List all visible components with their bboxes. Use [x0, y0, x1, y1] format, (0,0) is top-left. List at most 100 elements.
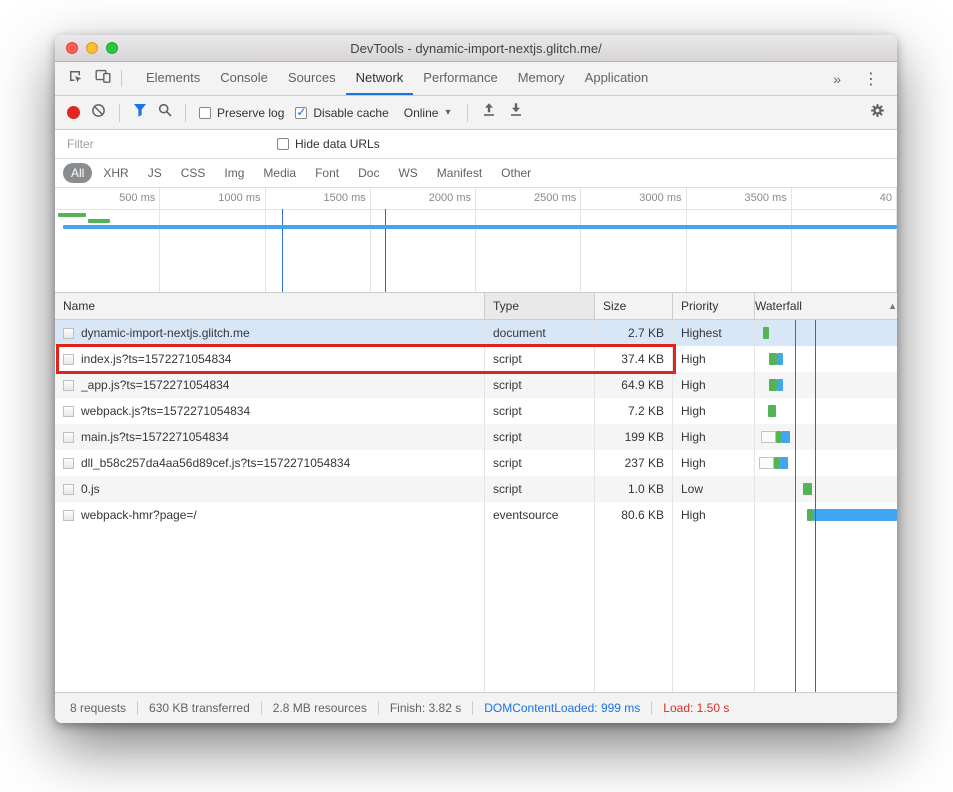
timeline-tick-label: 1000 ms: [218, 192, 260, 204]
request-name: main.js?ts=1572271054834: [81, 430, 229, 444]
request-name: _app.js?ts=1572271054834: [81, 378, 229, 392]
request-rows: dynamic-import-nextjs.glitch.medocument2…: [55, 320, 897, 528]
hide-data-urls-checkbox[interactable]: Hide data URLs: [277, 137, 380, 151]
name-cell: dynamic-import-nextjs.glitch.me: [55, 320, 485, 346]
column-header-waterfall[interactable]: Waterfall ▲: [755, 293, 897, 319]
devtools-tabbar: ElementsConsoleSourcesNetworkPerformance…: [55, 62, 897, 96]
table-row[interactable]: 0.jsscript1.0 KBLow: [55, 476, 897, 502]
export-har-button[interactable]: [508, 102, 524, 123]
tab-sources[interactable]: Sources: [278, 62, 346, 95]
type-filter-font[interactable]: Font: [307, 163, 347, 183]
minimize-window-button[interactable]: [86, 42, 98, 54]
table-row[interactable]: _app.js?ts=1572271054834script64.9 KBHig…: [55, 372, 897, 398]
type-filter-other[interactable]: Other: [493, 163, 539, 183]
table-row[interactable]: main.js?ts=1572271054834script199 KBHigh: [55, 424, 897, 450]
priority-cell: High: [673, 346, 755, 372]
disable-cache-checkbox[interactable]: Disable cache: [295, 106, 388, 120]
table-row[interactable]: webpack.js?ts=1572271054834script7.2 KBH…: [55, 398, 897, 424]
request-name: dll_b58c257da4aa56d89cef.js?ts=157227105…: [81, 456, 350, 470]
preserve-log-checkbox[interactable]: Preserve log: [199, 106, 284, 120]
table-row[interactable]: index.js?ts=1572271054834script37.4 KBHi…: [55, 346, 897, 372]
clear-button[interactable]: [91, 103, 106, 123]
record-button[interactable]: [67, 106, 80, 119]
timeline-overview[interactable]: 500 ms1000 ms1500 ms2000 ms2500 ms3000 m…: [55, 188, 897, 293]
timeline-graph: [55, 209, 897, 292]
table-row[interactable]: dll_b58c257da4aa56d89cef.js?ts=157227105…: [55, 450, 897, 476]
timeline-tick-label: 1500 ms: [324, 192, 366, 204]
name-cell: index.js?ts=1572271054834: [55, 346, 485, 372]
table-row[interactable]: webpack-hmr?page=/eventsource80.6 KBHigh: [55, 502, 897, 528]
waterfall-cell: [755, 320, 897, 346]
load-time: Load: 1.50 s: [651, 701, 740, 715]
type-filter-css[interactable]: CSS: [173, 163, 214, 183]
type-filter-all[interactable]: All: [63, 163, 92, 183]
type-filter-ws[interactable]: WS: [390, 163, 425, 183]
close-window-button[interactable]: [66, 42, 78, 54]
column-header-name[interactable]: Name: [55, 293, 485, 319]
throttling-dropdown[interactable]: Online ▾: [400, 106, 455, 120]
waterfall-bar-blue: [777, 353, 783, 365]
type-cell: document: [485, 320, 595, 346]
tab-console[interactable]: Console: [210, 62, 278, 95]
resource-icon: [63, 458, 74, 469]
name-cell: 0.js: [55, 476, 485, 502]
type-filter-manifest[interactable]: Manifest: [429, 163, 490, 183]
devtools-menu-icon[interactable]: ⋮: [851, 62, 891, 95]
type-filter-xhr[interactable]: XHR: [95, 163, 136, 183]
type-filter-js[interactable]: JS: [140, 163, 170, 183]
checkbox-checked-icon: [295, 107, 307, 119]
resource-icon: [63, 484, 74, 495]
network-settings-button[interactable]: [870, 103, 885, 123]
column-header-type[interactable]: Type: [485, 293, 595, 319]
search-button[interactable]: [158, 103, 172, 122]
sort-ascending-icon: ▲: [888, 301, 897, 311]
chevron-down-icon: ▾: [445, 107, 450, 118]
resource-icon: [63, 354, 74, 365]
finish-time: Finish: 3.82 s: [378, 701, 472, 715]
more-tabs-button[interactable]: »: [823, 62, 851, 95]
tab-application[interactable]: Application: [575, 62, 659, 95]
tab-memory[interactable]: Memory: [508, 62, 575, 95]
resources-size: 2.8 MB resources: [261, 701, 378, 715]
zoom-window-button[interactable]: [106, 42, 118, 54]
device-toolbar-button[interactable]: [89, 62, 117, 95]
toolbar-separator: [467, 104, 468, 122]
type-filter-img[interactable]: Img: [216, 163, 252, 183]
type-cell: script: [485, 450, 595, 476]
waterfall-bar-green: [769, 379, 777, 391]
panel-tabs: ElementsConsoleSourcesNetworkPerformance…: [136, 62, 658, 95]
tab-network[interactable]: Network: [346, 62, 414, 95]
filter-input[interactable]: [67, 137, 257, 151]
import-har-button[interactable]: [481, 102, 497, 123]
size-cell: 199 KB: [595, 424, 673, 450]
empty-grid-area: [55, 528, 897, 692]
inspect-element-button[interactable]: [61, 62, 89, 95]
devtools-window: DevTools - dynamic-import-nextjs.glitch.…: [55, 35, 897, 723]
tab-performance[interactable]: Performance: [413, 62, 507, 95]
request-name: webpack-hmr?page=/: [81, 508, 197, 522]
filter-toggle-button[interactable]: [133, 103, 147, 122]
status-bar: 8 requests 630 KB transferred 2.8 MB res…: [55, 692, 897, 723]
traffic-lights: [66, 35, 118, 61]
column-header-size[interactable]: Size: [595, 293, 673, 319]
resource-icon: [63, 406, 74, 417]
tab-elements[interactable]: Elements: [136, 62, 210, 95]
domcontentloaded-marker-line: [795, 320, 796, 692]
type-filter-doc[interactable]: Doc: [350, 163, 387, 183]
type-filter-media[interactable]: Media: [255, 163, 304, 183]
name-cell: main.js?ts=1572271054834: [55, 424, 485, 450]
toolbar-separator: [185, 104, 186, 122]
checkbox-unchecked-icon: [199, 107, 211, 119]
desktop-background: DevTools - dynamic-import-nextjs.glitch.…: [0, 0, 953, 792]
size-cell: 2.7 KB: [595, 320, 673, 346]
size-cell: 237 KB: [595, 450, 673, 476]
filter-bar: Hide data URLs: [55, 130, 897, 159]
requests-count: 8 requests: [59, 701, 137, 715]
table-row[interactable]: dynamic-import-nextjs.glitch.medocument2…: [55, 320, 897, 346]
domcontentloaded-time: DOMContentLoaded: 999 ms: [472, 701, 651, 715]
column-header-priority[interactable]: Priority: [673, 293, 755, 319]
waterfall-bar-stalled: [759, 457, 774, 469]
type-cell: script: [485, 424, 595, 450]
resource-icon: [63, 510, 74, 521]
overview-blue-bar: [63, 225, 897, 229]
